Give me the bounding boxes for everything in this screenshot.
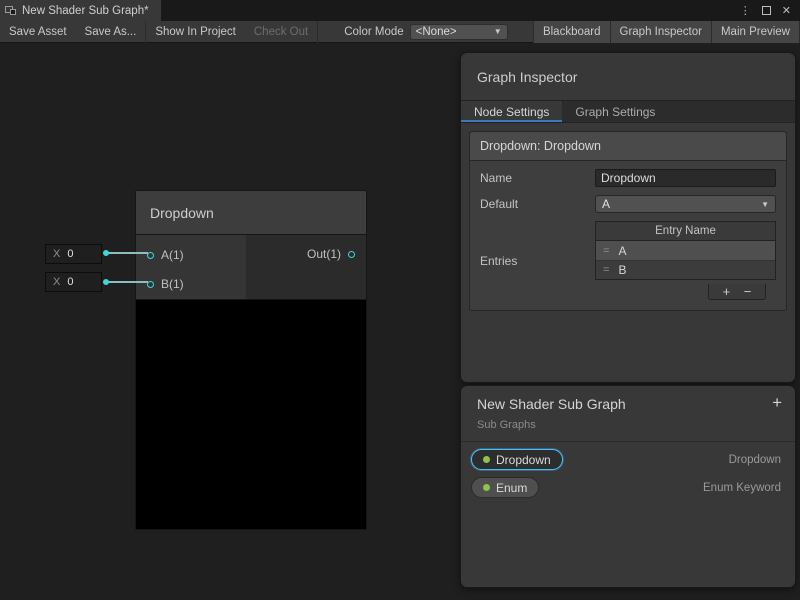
close-icon[interactable]: ✕: [782, 4, 791, 17]
blackboard-item-type: Enum Keyword: [703, 482, 781, 494]
port-circle-out[interactable]: [348, 251, 355, 258]
tab-node-settings[interactable]: Node Settings: [461, 101, 562, 122]
edge-b[interactable]: [104, 281, 148, 283]
exposed-dot-icon: [483, 484, 490, 491]
color-mode-label: Color Mode: [318, 26, 409, 38]
tab-graph-settings[interactable]: Graph Settings: [562, 101, 668, 122]
entries-list: Entry Name = A = B: [595, 221, 776, 280]
entries-list-footer: + −: [605, 284, 766, 300]
section-title: Dropdown: Dropdown: [470, 132, 786, 161]
remove-entry-button[interactable]: −: [744, 285, 752, 298]
save-as-button[interactable]: Save As...: [76, 21, 146, 43]
node-header[interactable]: Dropdown: [135, 190, 367, 235]
inspector-tab-bar: Node Settings Graph Settings: [461, 100, 795, 123]
toolbar-right-group: Blackboard Graph Inspector Main Preview: [533, 21, 800, 43]
node-preview: [135, 300, 367, 530]
unity-shader-graph-window: New Shader Sub Graph* ⋮ ✕ Save Asset Sav…: [0, 0, 800, 600]
entry-row-a[interactable]: = A: [596, 241, 775, 260]
slot-b-axis-label: X: [46, 276, 67, 288]
save-asset-button[interactable]: Save Asset: [0, 21, 76, 43]
color-mode-value: <None>: [416, 26, 457, 38]
maximize-icon[interactable]: [762, 6, 771, 15]
add-entry-button[interactable]: +: [723, 285, 731, 298]
port-label-out: Out(1): [307, 247, 341, 261]
menu-icon[interactable]: ⋮: [740, 4, 751, 17]
blackboard-header: New Shader Sub Graph Sub Graphs +: [461, 386, 795, 442]
main-preview-toggle-button[interactable]: Main Preview: [711, 21, 800, 43]
name-row: Name Dropdown: [480, 169, 776, 187]
name-label: Name: [480, 171, 595, 185]
graph-inspector-toggle-button[interactable]: Graph Inspector: [610, 21, 711, 43]
entry-name: B: [618, 263, 626, 277]
blackboard-item-label: Dropdown: [496, 453, 551, 467]
entry-name: A: [618, 244, 626, 258]
blackboard-panel: New Shader Sub Graph Sub Graphs + Dropdo…: [460, 385, 796, 588]
entries-row: Entries Entry Name = A = B: [480, 221, 776, 300]
default-dropdown-value: A: [602, 197, 610, 211]
edge-a-dot: [103, 250, 109, 256]
slot-b-value-field[interactable]: 0: [67, 276, 73, 288]
tab-new-shader-sub-graph[interactable]: New Shader Sub Graph*: [0, 0, 161, 21]
blackboard-item-dropdown[interactable]: Dropdown: [471, 449, 563, 470]
name-input[interactable]: Dropdown: [595, 169, 776, 187]
blackboard-subtitle: Sub Graphs: [477, 419, 779, 431]
check-out-button: Check Out: [245, 21, 317, 43]
color-mode-dropdown[interactable]: <None> ▼: [410, 24, 508, 40]
dropdown-node[interactable]: Dropdown A(1) B(1) Out(1): [135, 190, 367, 530]
slot-value-b[interactable]: X 0: [45, 272, 102, 292]
slot-a-axis-label: X: [46, 248, 67, 260]
window-controls: ⋮ ✕: [740, 4, 800, 17]
blackboard-item-label: Enum: [496, 481, 527, 495]
chevron-down-icon: ▼: [494, 27, 502, 36]
default-row: Default A ▼: [480, 195, 776, 213]
exposed-dot-icon: [483, 456, 490, 463]
output-port[interactable]: Out(1): [307, 247, 355, 261]
drag-handle-icon[interactable]: =: [603, 264, 609, 276]
input-port-a[interactable]: A(1): [147, 248, 184, 262]
chevron-down-icon: ▼: [761, 200, 769, 209]
title-bar: New Shader Sub Graph* ⋮ ✕: [0, 0, 800, 21]
port-circle-a[interactable]: [147, 252, 154, 259]
blackboard-item-enum[interactable]: Enum: [471, 477, 539, 498]
blackboard-row: Dropdown Dropdown: [471, 449, 781, 470]
edge-a[interactable]: [104, 252, 148, 254]
graph-inspector-panel: Graph Inspector Node Settings Graph Sett…: [460, 52, 796, 383]
blackboard-row: Enum Enum Keyword: [471, 477, 781, 498]
port-label-a: A(1): [161, 248, 184, 262]
blackboard-title: New Shader Sub Graph: [477, 396, 779, 412]
graph-inspector-title: Graph Inspector: [461, 53, 795, 100]
port-circle-b[interactable]: [147, 281, 154, 288]
default-dropdown[interactable]: A ▼: [595, 195, 776, 213]
node-settings-section: Dropdown: Dropdown Name Dropdown Default…: [469, 131, 787, 311]
shader-graph-icon: [5, 5, 16, 16]
entry-row-b[interactable]: = B: [596, 260, 775, 279]
port-label-b: B(1): [161, 277, 184, 291]
blackboard-items: Dropdown Dropdown Enum Enum Keyword: [461, 442, 795, 498]
show-in-project-button[interactable]: Show In Project: [146, 21, 245, 43]
slot-value-a[interactable]: X 0: [45, 244, 102, 264]
blackboard-item-type: Dropdown: [729, 454, 781, 466]
default-label: Default: [480, 197, 595, 211]
node-port-area: A(1) B(1) Out(1): [135, 235, 367, 300]
slot-a-value-field[interactable]: 0: [67, 248, 73, 260]
edge-b-dot: [103, 279, 109, 285]
node-title: Dropdown: [150, 205, 214, 221]
blackboard-toggle-button[interactable]: Blackboard: [533, 21, 610, 43]
toolbar: Save Asset Save As... Show In Project Ch…: [0, 21, 800, 43]
entries-list-header: Entry Name: [596, 222, 775, 241]
drag-handle-icon[interactable]: =: [603, 245, 609, 257]
input-port-b[interactable]: B(1): [147, 277, 184, 291]
entries-label: Entries: [480, 254, 595, 268]
add-property-button[interactable]: +: [772, 393, 782, 413]
tab-title: New Shader Sub Graph*: [22, 5, 149, 17]
